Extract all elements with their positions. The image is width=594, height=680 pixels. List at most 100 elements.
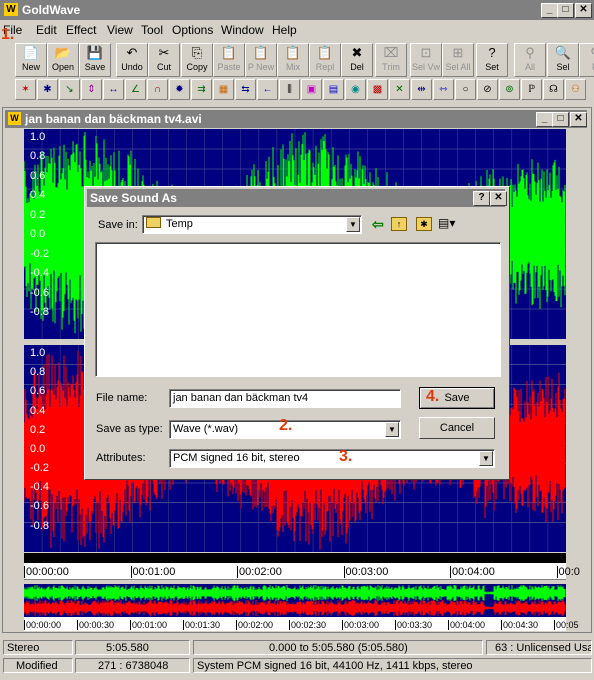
effect-tool-23-icon[interactable]: ⊚ bbox=[499, 79, 520, 100]
toolbar-sel-all-button[interactable]: ⊞ Sel All bbox=[442, 43, 474, 77]
effect-tool-1-icon[interactable]: ✶ bbox=[15, 79, 36, 100]
attributes-dropdown[interactable]: PCM signed 16 bit, stereo ▼ bbox=[169, 449, 495, 468]
toolbar-label: Mix bbox=[286, 62, 300, 72]
minimize-button[interactable]: _ bbox=[541, 3, 558, 18]
effect-tool-24-icon[interactable]: ℙ bbox=[521, 79, 542, 100]
overview-wave bbox=[23, 585, 566, 616]
chevron-down-icon[interactable]: ▼ bbox=[385, 422, 399, 437]
up-folder-icon[interactable]: ↑ bbox=[391, 217, 407, 231]
toolbar-save-icon: 💾 bbox=[86, 45, 104, 60]
chevron-down-icon[interactable]: ▼ bbox=[346, 217, 360, 232]
timeline-tick-label: 00:02:00 bbox=[237, 566, 282, 578]
toolbar-label: P New bbox=[247, 62, 275, 72]
effects-toolbar: ✶ ✱ ↘ ⇕ ↔ ∠ ∩ ✹ ⇉ ▦ ⇆ ← ⫼ ▣ ▤ ◉ ▩ ✕ ⇹ ⇿ ○ ⊘ ⊚ ℙ ☊ ⚇ bbox=[0, 77, 594, 101]
toolbar-cut-button[interactable]: ✂ Cut bbox=[148, 43, 180, 77]
effect-tool-13-icon[interactable]: ⫼ bbox=[279, 79, 300, 100]
file-name-input[interactable]: jan banan dan bäckman tv4 bbox=[169, 389, 401, 408]
toolbar-trim-button[interactable]: ⌧ Trim bbox=[375, 43, 407, 77]
toolbar-set-button[interactable]: ? Set bbox=[476, 43, 508, 77]
toolbar-new-button[interactable]: 📄 New bbox=[15, 43, 47, 77]
toolbar-p-new-button[interactable]: 📋 P New bbox=[245, 43, 277, 77]
menu-window[interactable]: Window bbox=[221, 23, 264, 37]
effect-tool-16-icon[interactable]: ◉ bbox=[345, 79, 366, 100]
toolbar-repl-button[interactable]: 📋 Repl bbox=[309, 43, 341, 77]
dialog-help-button[interactable]: ? bbox=[473, 191, 490, 206]
cancel-button[interactable]: Cancel bbox=[419, 417, 495, 439]
effect-tool-11-icon[interactable]: ⇆ bbox=[235, 79, 256, 100]
timeline-tick-label: 00:0 bbox=[556, 566, 580, 578]
toolbar-copy-button[interactable]: ⎘ Copy bbox=[181, 43, 213, 77]
close-button[interactable]: ✕ bbox=[575, 3, 592, 18]
toolbar-label: All bbox=[524, 62, 535, 72]
effect-tool-18-icon[interactable]: ✕ bbox=[389, 79, 410, 100]
doc-minimize-button[interactable]: _ bbox=[536, 112, 553, 127]
timeline-tick-label: 00:00:00 bbox=[24, 620, 62, 630]
effect-tool-3-icon[interactable]: ↘ bbox=[59, 79, 80, 100]
overview-waveform[interactable] bbox=[23, 584, 566, 617]
save-in-dropdown[interactable]: Temp ▼ bbox=[142, 215, 362, 234]
toolbar-mix-button[interactable]: 📋 Mix bbox=[277, 43, 309, 77]
effect-tool-6-icon[interactable]: ∠ bbox=[125, 79, 146, 100]
menu-effect[interactable]: Effect bbox=[66, 23, 96, 37]
status-modified: Modified bbox=[3, 658, 73, 673]
right-amplitude-label: 0.4 bbox=[30, 404, 46, 417]
back-arrow-icon[interactable]: ⇦ bbox=[372, 216, 384, 233]
timeline-tick-label: 00:00:30 bbox=[77, 620, 115, 630]
effect-tool-22-icon[interactable]: ⊘ bbox=[477, 79, 498, 100]
toolbar-all-button[interactable]: ⚲ All bbox=[514, 43, 546, 77]
effect-tool-2-icon[interactable]: ✱ bbox=[37, 79, 58, 100]
toolbar-sel-vw-button[interactable]: ⊡ Sel Vw bbox=[410, 43, 442, 77]
effect-tool-7-icon[interactable]: ∩ bbox=[147, 79, 168, 100]
toolbar-open-button[interactable]: 📂 Open bbox=[47, 43, 79, 77]
effect-tool-5-icon[interactable]: ↔ bbox=[103, 79, 124, 100]
effect-tool-4-icon[interactable]: ⇕ bbox=[81, 79, 102, 100]
dialog-title: Save Sound As bbox=[90, 191, 177, 205]
file-list[interactable] bbox=[95, 242, 501, 377]
maximize-button[interactable]: □ bbox=[557, 3, 574, 18]
effect-tool-26-icon[interactable]: ⚇ bbox=[565, 79, 586, 100]
timeline-tick-label: 00:03:30 bbox=[395, 620, 433, 630]
left-amplitude-label: -0.8 bbox=[30, 306, 49, 318]
effect-tool-20-icon[interactable]: ⇿ bbox=[433, 79, 454, 100]
menu-view[interactable]: View bbox=[107, 23, 133, 37]
menu-options[interactable]: Options bbox=[172, 23, 213, 37]
chevron-down-icon[interactable]: ▼ bbox=[479, 451, 493, 466]
effect-tool-14-icon[interactable]: ▣ bbox=[301, 79, 322, 100]
menu-tool[interactable]: Tool bbox=[141, 23, 163, 37]
effect-tool-8-icon[interactable]: ✹ bbox=[169, 79, 190, 100]
toolbar-save-button[interactable]: 💾 Save bbox=[79, 43, 111, 77]
dialog-close-button[interactable]: ✕ bbox=[490, 191, 507, 206]
status-position: 271 : 6738048 bbox=[75, 658, 190, 673]
left-amplitude-label: 1.0 bbox=[30, 131, 46, 143]
status-license: 63 : Unlicensed Usa bbox=[486, 640, 592, 655]
toolbar-paste-button[interactable]: 📋 Paste bbox=[213, 43, 245, 77]
selection-bar[interactable] bbox=[24, 553, 566, 563]
menu-help[interactable]: Help bbox=[272, 23, 297, 37]
effect-tool-17-icon[interactable]: ▩ bbox=[367, 79, 388, 100]
effect-tool-25-icon[interactable]: ☊ bbox=[543, 79, 564, 100]
toolbar-del-button[interactable]: ✖ Del bbox=[341, 43, 373, 77]
effect-tool-15-icon[interactable]: ▤ bbox=[323, 79, 344, 100]
toolbar-cut-icon: ✂ bbox=[158, 45, 170, 60]
toolbar-p-button[interactable]: ⚲P bbox=[579, 43, 594, 77]
toolbar-sel-button[interactable]: 🔍 Sel bbox=[547, 43, 579, 77]
toolbar-undo-button[interactable]: ↶ Undo bbox=[116, 43, 148, 77]
doc-restore-button[interactable]: □ bbox=[552, 112, 569, 127]
new-folder-icon[interactable]: ✱ bbox=[416, 217, 432, 231]
view-menu-icon[interactable]: ▤▾ bbox=[438, 216, 460, 230]
effect-tool-19-icon[interactable]: ⇹ bbox=[411, 79, 432, 100]
effect-tool-21-icon[interactable]: ○ bbox=[455, 79, 476, 100]
menu-edit[interactable]: Edit bbox=[36, 23, 57, 37]
effect-tool-12-icon[interactable]: ← bbox=[257, 79, 278, 100]
left-amplitude-label: -0.2 bbox=[30, 247, 49, 260]
app-title: GoldWave bbox=[22, 3, 81, 17]
effect-tool-10-icon[interactable]: ▦ bbox=[213, 79, 234, 100]
toolbar-label: Sel Vw bbox=[411, 62, 440, 72]
timeline-tick-label: 00:01:00 bbox=[130, 566, 176, 578]
annotation-3: 3. bbox=[339, 448, 353, 465]
right-amplitude-label: 0.0 bbox=[30, 442, 46, 455]
attributes-label: Attributes: bbox=[96, 452, 146, 464]
effect-tool-9-icon[interactable]: ⇉ bbox=[191, 79, 212, 100]
app-title-bar: W GoldWave _ □ ✕ bbox=[0, 0, 594, 20]
doc-close-button[interactable]: ✕ bbox=[570, 112, 587, 127]
